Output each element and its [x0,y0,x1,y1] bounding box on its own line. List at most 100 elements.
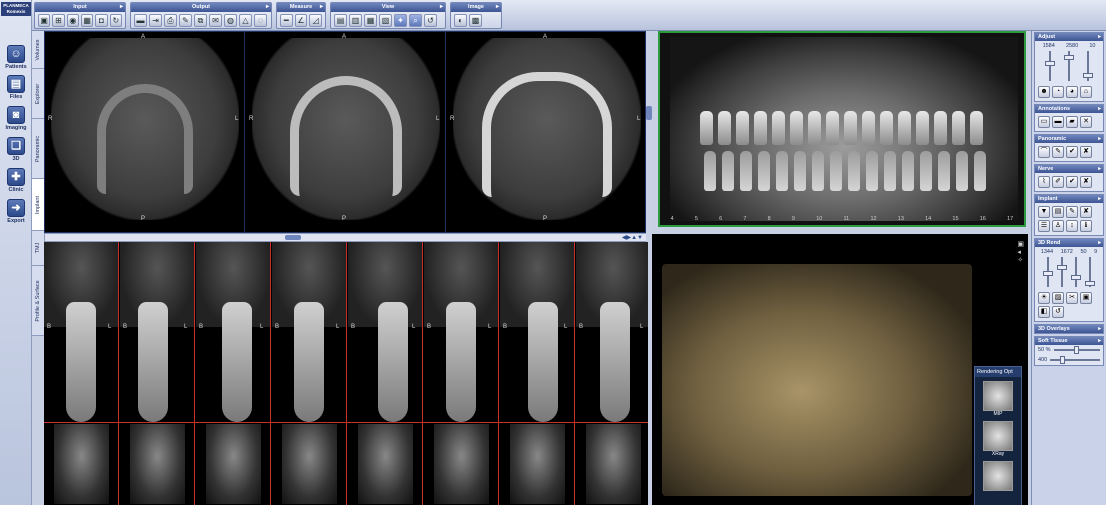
camera-icon[interactable]: ◘ [95,14,108,27]
collapse-icon[interactable]: ▸ [440,3,443,12]
delete-icon[interactable]: ✕ [1080,116,1092,128]
save-icon[interactable]: ▬ [134,14,147,27]
axial-slice-2[interactable]: A P R L [246,32,446,232]
layers-icon[interactable]: ◧ [1038,306,1050,318]
cross-section-6[interactable]: BL [424,242,499,505]
implant-icon[interactable]: ▼ [1038,206,1050,218]
print-icon[interactable]: ⎙ [164,14,177,27]
bone-icon[interactable]: ◔ [1052,86,1064,98]
implant-delete-icon[interactable]: ✘ [1080,206,1092,218]
layout-3-icon[interactable]: ▦ [364,14,377,27]
reset-icon[interactable]: ↺ [424,14,437,27]
cross-section-2[interactable]: BL [120,242,195,505]
copy-icon[interactable]: ⧉ [194,14,207,27]
report-icon[interactable]: ✎ [179,14,192,27]
3d-volume-render[interactable] [662,264,972,496]
implant-measure-icon[interactable]: ↕ [1066,220,1078,232]
nerve-draw-icon[interactable]: ⌇ [1038,176,1050,188]
threshold-slider[interactable] [1050,356,1100,364]
import-icon[interactable]: ⊞ [52,14,65,27]
reset-3d-icon[interactable]: ↺ [1052,306,1064,318]
refresh-icon[interactable]: ↻ [109,14,122,27]
open-icon[interactable]: ▣ [38,14,51,27]
render-thumb-surface[interactable] [983,461,1013,491]
nav-patients[interactable]: ☺ Patients [4,45,28,77]
implant-crown-icon[interactable]: ♙ [1052,220,1064,232]
collapse-icon[interactable]: ▸ [1098,33,1101,41]
nerve-check-icon[interactable]: ✔ [1066,176,1078,188]
cross-section-4[interactable]: BL [272,242,347,505]
nav-files[interactable]: ▤ Files [4,75,28,107]
nav-3d[interactable]: ❏ 3D [4,137,28,169]
nerve-edit-icon[interactable]: ✐ [1052,176,1064,188]
volume-icon[interactable]: ▦ [80,14,94,27]
axial-slice-1[interactable]: A P R L [45,32,245,232]
splitter-arrows-icon[interactable]: ◀▶▲▼ [622,234,643,241]
layout-2-icon[interactable]: ▥ [349,14,362,27]
window-slider[interactable] [1045,51,1056,81]
send-icon[interactable]: ✉ [209,14,222,27]
tab-panoramic[interactable]: Panoramic [32,119,44,179]
marker-icon[interactable]: ▬ [1052,116,1064,128]
clip-icon[interactable]: ✂ [1066,292,1078,304]
nav-export[interactable]: ➜ Export [4,199,28,231]
color-icon[interactable]: ▨ [1052,292,1064,304]
comment-icon[interactable]: ◌ [254,14,267,27]
label-icon[interactable]: ▰ [1066,116,1078,128]
tab-implant[interactable]: Implant [32,179,44,231]
filter-icon[interactable]: ▩ [469,14,482,27]
zoom-icon[interactable]: ⌕ [409,14,422,27]
implant-info-icon[interactable]: ℹ [1080,220,1092,232]
collapse-icon[interactable]: ▸ [120,3,123,12]
ruler-icon[interactable]: ━ [280,14,293,27]
axial-slice-3[interactable]: A P R L [447,32,645,232]
render-thumb-xray[interactable] [983,421,1013,451]
curve-icon[interactable]: ⌒ [1038,146,1050,158]
export-image-icon[interactable]: ⇥ [149,14,162,27]
nav-imaging[interactable]: ◙ Imaging [4,106,28,138]
cancel-icon[interactable]: ✘ [1080,146,1092,158]
check-icon[interactable]: ✔ [1066,146,1078,158]
view-controls-icon[interactable]: ▣ ◂ ✧ [1017,240,1024,264]
nerve-remove-icon[interactable]: ✘ [1080,176,1092,188]
collapse-icon[interactable]: ▸ [496,3,499,12]
layout-4-icon[interactable]: ▧ [379,14,392,27]
collapse-icon[interactable]: ▸ [320,3,323,12]
tab-profile-surface[interactable]: Profile & Surface [32,266,44,336]
splitter-handle[interactable] [285,235,301,240]
tooth-icon[interactable]: ⌂ [1080,86,1092,98]
cross-section-strip[interactable]: BL BL BL BL BL BL BL BL [44,242,648,505]
cross-section-8[interactable]: BL [576,242,648,505]
pan-icon[interactable]: ✦ [394,14,407,27]
cross-section-1[interactable]: BL [44,242,119,505]
layout-icon[interactable]: ▤ [334,14,347,27]
light-icon[interactable]: ☀ [1038,292,1050,304]
tab-tmj[interactable]: TMJ [32,231,44,266]
area-icon[interactable]: ◿ [309,14,323,27]
panoramic-view[interactable]: 4 5 6 7 8 9 10 11 12 13 14 15 16 17 [658,31,1026,227]
gamma-slider[interactable] [1082,51,1093,81]
implant-library-icon[interactable]: ▤ [1052,206,1064,218]
cross-section-7[interactable]: BL [500,242,575,505]
cross-section-5[interactable]: BL [348,242,423,505]
face-icon[interactable]: ☻ [1038,86,1050,98]
sphere-icon[interactable]: ◍ [224,14,237,27]
cube-icon[interactable]: ▣ [1080,292,1092,304]
contrast-icon[interactable]: ◐ [454,14,467,27]
angle-icon[interactable]: ∠ [294,14,308,27]
scan-icon[interactable]: ◉ [66,14,79,27]
implant-edit-icon[interactable]: ✎ [1066,206,1078,218]
nav-clinic[interactable]: ✚ Clinic [4,168,28,200]
view-splitter[interactable]: ◀▶▲▼ [44,233,648,242]
axial-view-strip[interactable]: A P R L A P R L A P R L [44,31,646,233]
3d-render-view[interactable]: ▣ ◂ ✧ Rendering Opt MIP XRay [652,234,1028,505]
share-icon[interactable]: △ [239,14,252,27]
collapse-icon[interactable]: ▸ [266,3,269,12]
tab-explorer[interactable]: Explorer [32,69,44,119]
skull-icon[interactable]: ◕ [1066,86,1078,98]
implant-list-icon[interactable]: ☰ [1038,220,1050,232]
tab-volumes[interactable]: Volumes [32,31,44,69]
draw-icon[interactable]: ✎ [1052,146,1064,158]
note-icon[interactable]: ▭ [1038,116,1050,128]
level-slider[interactable] [1063,51,1074,81]
